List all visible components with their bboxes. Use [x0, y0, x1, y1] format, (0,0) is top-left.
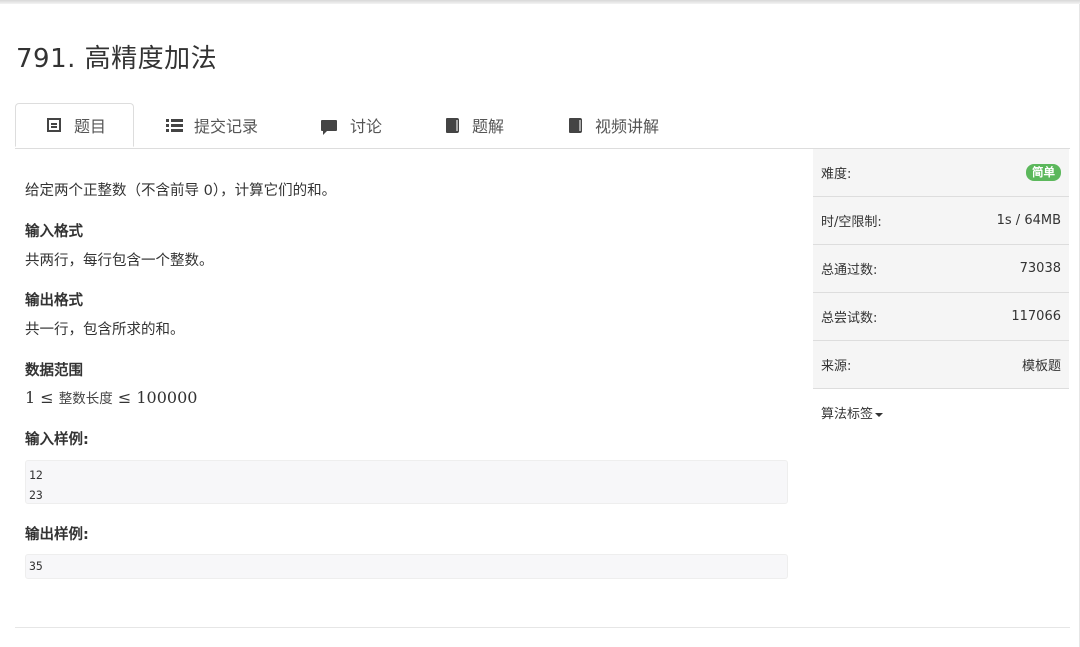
- problem-description: 给定两个正整数（不含前导 0），计算它们的和。: [25, 183, 337, 199]
- problem-info-panel: 难度: 简单 时/空限制: 1s / 64MB 总通过数: 73038 总尝试数…: [813, 148, 1069, 436]
- tab-submissions-label: 提交记录: [194, 117, 259, 136]
- difficulty-label: 难度:: [821, 167, 852, 182]
- output-format-text: 共一行，包含所求的和。: [25, 322, 185, 338]
- difficulty-row: 难度: 简单: [813, 148, 1069, 196]
- book-icon: [569, 117, 582, 133]
- comment-icon: [321, 119, 337, 135]
- range-variable: 整数长度: [58, 391, 113, 407]
- tab-video[interactable]: 视频讲解: [569, 103, 659, 147]
- tab-solutions[interactable]: 题解: [446, 103, 504, 147]
- input-format-heading: 输入格式: [25, 224, 83, 240]
- range-high: ≤ 100000: [112, 388, 198, 407]
- input-format-text: 共两行，每行包含一个整数。: [25, 253, 214, 269]
- source-row: 来源: 模板题: [813, 340, 1069, 388]
- tab-submissions[interactable]: 提交记录: [166, 103, 258, 147]
- caret-down-icon: [875, 412, 884, 417]
- tab-problem-label: 题目: [74, 117, 107, 136]
- tab-problem[interactable]: 题目: [15, 103, 134, 147]
- limit-label: 时/空限制:: [821, 215, 882, 230]
- problem-tabs: 题目 提交记录 讨论 题解 视频讲解: [15, 103, 1070, 149]
- sample-input-heading: 输入样例:: [25, 432, 89, 448]
- limit-row: 时/空限制: 1s / 64MB: [813, 196, 1069, 244]
- algorithm-tags-toggle[interactable]: 算法标签: [813, 388, 1069, 436]
- problem-title: 791. 高精度加法: [16, 44, 218, 74]
- tab-discussion-label: 讨论: [350, 117, 383, 136]
- difficulty-badge: 简单: [1026, 164, 1061, 181]
- data-range-heading: 数据范围: [25, 363, 83, 379]
- list-icon: [166, 118, 183, 132]
- sample-output-heading: 输出样例:: [25, 527, 89, 543]
- document-icon: [47, 118, 61, 132]
- tab-solutions-label: 题解: [472, 117, 505, 136]
- data-range-formula: 1 ≤ 整数长度 ≤ 100000: [25, 387, 197, 407]
- content-divider: [15, 627, 1070, 628]
- source-label: 来源:: [821, 359, 852, 374]
- tab-discussion[interactable]: 讨论: [321, 103, 382, 147]
- tab-video-label: 视频讲解: [595, 117, 660, 136]
- attempts-label: 总尝试数:: [821, 311, 878, 326]
- limit-value: 1s / 64MB: [996, 213, 1061, 228]
- attempts-row: 总尝试数: 117066: [813, 292, 1069, 340]
- output-format-heading: 输出格式: [25, 293, 83, 309]
- attempts-value: 117066: [1011, 309, 1061, 324]
- accepted-row: 总通过数: 73038: [813, 244, 1069, 292]
- accepted-value: 73038: [1019, 261, 1061, 276]
- sample-output-code: 35: [25, 554, 788, 579]
- sample-input-code: 12 23: [25, 460, 788, 504]
- source-value: 模板题: [1021, 359, 1061, 374]
- algorithm-tags-button[interactable]: 算法标签: [821, 403, 884, 422]
- book-icon: [446, 117, 459, 133]
- accepted-label: 总通过数:: [821, 263, 878, 278]
- algorithm-tags-label: 算法标签: [821, 407, 874, 422]
- range-low: 1 ≤: [25, 388, 59, 407]
